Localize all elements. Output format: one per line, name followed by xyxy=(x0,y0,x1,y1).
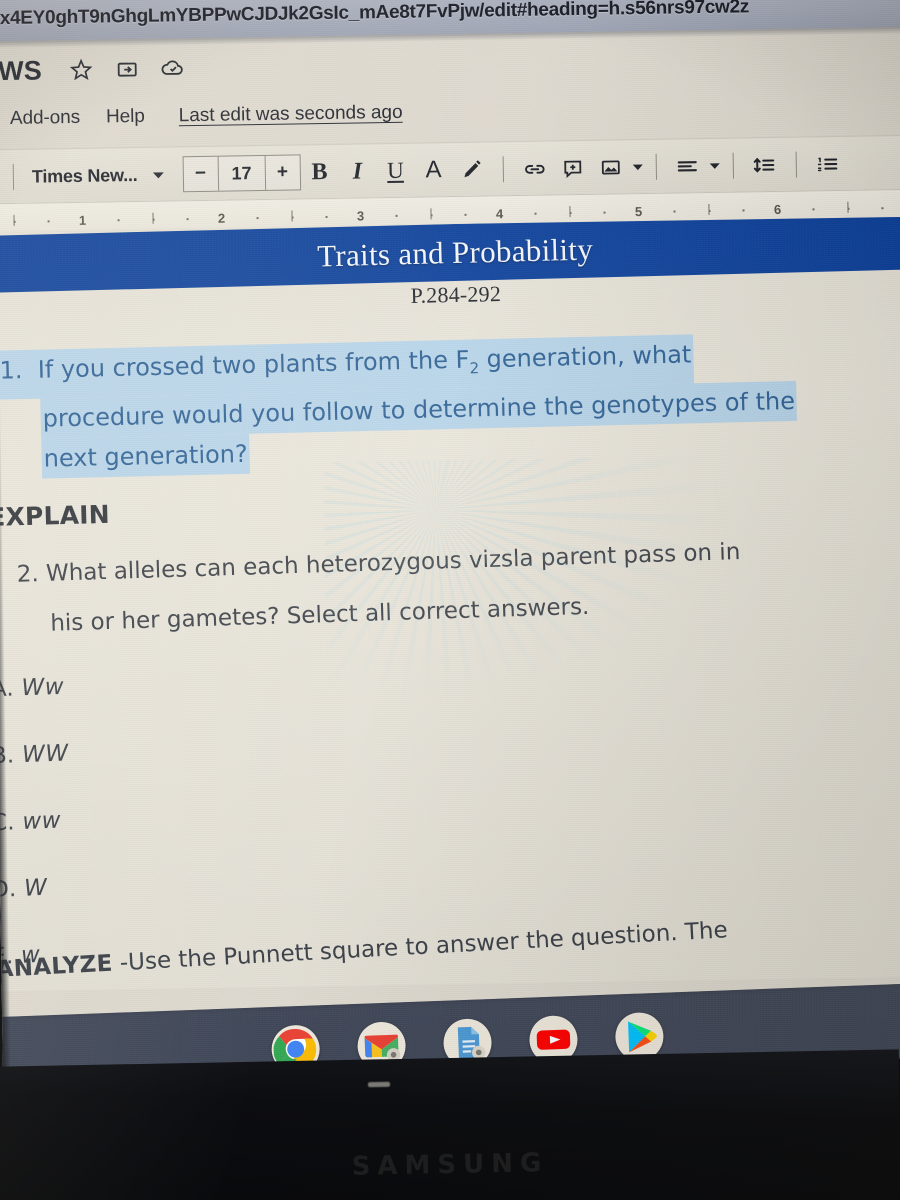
answer-option-value: WW xyxy=(21,740,70,769)
ruler-half-tick xyxy=(429,208,432,220)
ruler-number: 2 xyxy=(217,210,226,226)
explain-heading: EXPLAIN xyxy=(0,499,111,532)
photo-scene: Hx4EY0ghT9nGhgLmYBPPwCJDJk2GsIc_mAe8t7Fv… xyxy=(0,0,900,1200)
question-1[interactable]: 1. If you crossed two plants from the F2… xyxy=(0,330,900,480)
decrease-font-size-button[interactable]: − xyxy=(183,157,218,192)
ruler-tick xyxy=(534,212,537,215)
ruler-tick xyxy=(117,219,120,222)
underline-button[interactable]: U xyxy=(376,152,415,191)
numbered-list-icon[interactable] xyxy=(808,145,847,184)
ruler-tick xyxy=(256,217,259,220)
toolbar-divider xyxy=(12,163,15,190)
highlight-pen-icon[interactable] xyxy=(452,150,491,189)
ruler-half-tick xyxy=(707,203,710,215)
ruler-tick xyxy=(186,218,189,221)
ruler-tick xyxy=(464,213,467,216)
ruler-half-tick xyxy=(12,214,15,226)
monitor-screen: Hx4EY0ghT9nGhgLmYBPPwCJDJk2GsIc_mAe8t7Fv… xyxy=(0,0,900,1073)
insert-link-icon[interactable] xyxy=(515,149,554,188)
font-family-selector[interactable]: Times New... xyxy=(32,164,138,187)
menu-item-help[interactable]: Help xyxy=(106,106,145,129)
ruler-tick xyxy=(325,215,328,218)
menu-item-add-ons[interactable]: Add-ons xyxy=(10,107,80,130)
answer-option-value: W xyxy=(23,874,48,902)
ruler-number: 4 xyxy=(495,206,504,222)
add-comment-icon[interactable] xyxy=(553,149,592,188)
ruler-tick xyxy=(47,220,50,223)
ruler-number: 3 xyxy=(356,208,365,224)
text-color-button[interactable]: A xyxy=(414,151,453,190)
chevron-down-icon[interactable] xyxy=(0,150,1,204)
insert-image-icon[interactable] xyxy=(591,148,630,187)
increase-font-size-button[interactable]: + xyxy=(265,155,300,190)
line-spacing-icon[interactable] xyxy=(745,146,784,185)
font-size-value[interactable]: 17 xyxy=(217,155,266,191)
ruler-number: 1 xyxy=(78,212,87,228)
bold-button[interactable]: B xyxy=(300,153,339,192)
document-title[interactable]: t WS xyxy=(0,55,42,87)
ruler-half-tick xyxy=(846,201,849,213)
question-1-line-3: next generation? xyxy=(41,433,251,479)
ruler-tick xyxy=(395,214,398,217)
move-to-folder-icon[interactable] xyxy=(114,56,140,82)
ruler-half-tick xyxy=(568,206,571,218)
ruler-number: 5 xyxy=(634,204,643,220)
ruler-half-tick xyxy=(290,210,293,222)
ruler-tick xyxy=(603,211,606,214)
toolbar-divider xyxy=(502,156,504,183)
font-size-stepper: − 17 + xyxy=(182,154,301,193)
ruler-number: 6 xyxy=(773,201,782,217)
analyze-heading: ANALYZE xyxy=(0,950,114,983)
align-icon[interactable] xyxy=(668,147,707,186)
toolbar-divider xyxy=(795,151,797,178)
menu-bar: Add-ons Help Last edit was seconds ago xyxy=(0,86,900,137)
answer-option-value: Ww xyxy=(21,673,65,702)
title-icon-group xyxy=(68,55,186,83)
last-edit-status[interactable]: Last edit was seconds ago xyxy=(179,102,403,128)
cloud-saved-icon[interactable] xyxy=(160,55,186,81)
ruler-tick xyxy=(742,209,745,212)
url-text[interactable]: Hx4EY0ghT9nGhgLmYBPPwCJDJk2GsIc_mAe8t7Fv… xyxy=(0,0,749,30)
chevron-down-icon[interactable] xyxy=(631,161,643,173)
answer-option-value: ww xyxy=(21,807,62,835)
chevron-down-icon[interactable] xyxy=(708,160,720,172)
italic-button[interactable]: I xyxy=(338,152,377,191)
question-1-number: 1. xyxy=(0,356,23,385)
toolbar-divider xyxy=(655,153,657,180)
ruler-tick xyxy=(881,207,884,210)
monitor-power-led xyxy=(367,1081,391,1088)
ruler-tick xyxy=(812,208,815,211)
ruler-half-tick xyxy=(151,212,154,224)
ruler-tick xyxy=(673,210,676,213)
chevron-down-icon[interactable] xyxy=(151,168,164,181)
star-icon[interactable] xyxy=(68,57,94,83)
toolbar-divider xyxy=(732,152,734,179)
